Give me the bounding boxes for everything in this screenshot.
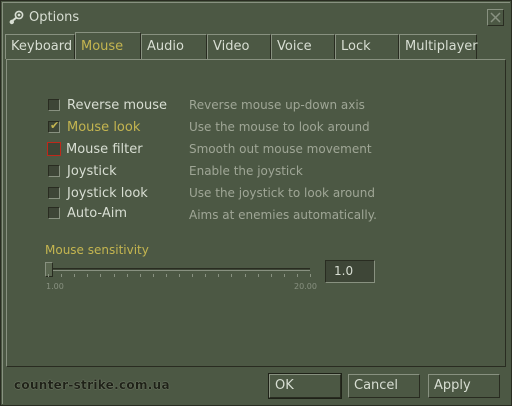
window-title: Options [29, 10, 80, 25]
option-joystick[interactable]: Joystick [48, 162, 117, 180]
option-description: Use the mouse to look around [189, 120, 370, 134]
tab-voice[interactable]: Voice [271, 34, 335, 59]
slider-tick [140, 274, 141, 277]
ok-button[interactable]: OK [268, 373, 342, 399]
slider-max-label: 20.00 [294, 282, 317, 291]
tab-audio[interactable]: Audio [141, 34, 207, 59]
slider-tick [297, 274, 298, 277]
slider-tick [284, 274, 285, 277]
slider-tick [231, 274, 232, 277]
slider-tick [245, 274, 246, 277]
tab-multiplayer[interactable]: Multiplayer [399, 34, 478, 59]
joystick-checkbox[interactable] [48, 165, 60, 177]
option-description: Use the joystick to look around [189, 186, 376, 200]
slider-tick [114, 274, 115, 277]
tab-lock[interactable]: Lock [335, 34, 399, 59]
option-label: Joystick look [67, 185, 148, 201]
option-joystick-look[interactable]: Joystick look [48, 184, 148, 202]
slider-tick [205, 274, 206, 277]
title-bar[interactable]: Options [1, 1, 512, 33]
slider-tick [74, 274, 75, 277]
slider-tick [271, 274, 272, 277]
option-mouse-look[interactable]: ✔ Mouse look [48, 118, 140, 136]
close-button[interactable] [487, 9, 504, 26]
auto-aim-checkbox[interactable] [48, 207, 60, 219]
option-description: Aims at enemies automatically. [189, 208, 377, 222]
slider-min-label: 1.00 [46, 282, 64, 291]
option-label: Reverse mouse [67, 97, 168, 113]
slider-tick [258, 274, 259, 277]
sensitivity-slider-thumb[interactable] [45, 262, 53, 277]
checkmark-icon: ✔ [50, 119, 60, 132]
slider-tick [100, 274, 101, 277]
apply-button[interactable]: Apply [428, 374, 500, 398]
slider-tick [127, 274, 128, 277]
slider-tick [179, 274, 180, 277]
close-icon [490, 12, 501, 23]
slider-tick [153, 274, 154, 277]
option-mouse-filter[interactable]: Mouse filter [47, 140, 143, 158]
options-window: Options Keyboard Mouse Audio Video Voice… [0, 0, 512, 406]
tab-keyboard[interactable]: Keyboard [5, 34, 75, 59]
watermark-text: counter-strike.com.ua [14, 378, 170, 392]
slider-tick [87, 274, 88, 277]
slider-tick [61, 274, 62, 277]
mouse-look-checkbox[interactable]: ✔ [48, 119, 60, 133]
option-label: Auto-Aim [67, 205, 127, 221]
mouse-sensitivity-label: Mouse sensitivity [45, 243, 149, 257]
option-label: Mouse look [67, 119, 141, 135]
tab-mouse[interactable]: Mouse [75, 32, 141, 59]
option-description: Reverse mouse up-down axis [189, 98, 365, 112]
slider-tick [218, 274, 219, 277]
option-description: Smooth out mouse movement [189, 142, 372, 156]
mouse-filter-checkbox[interactable] [47, 142, 61, 156]
cancel-button[interactable]: Cancel [348, 374, 420, 398]
slider-tick [48, 274, 49, 277]
reverse-mouse-checkbox[interactable] [48, 99, 60, 111]
option-label: Mouse filter [66, 141, 143, 157]
option-auto-aim[interactable]: Auto-Aim [48, 204, 127, 222]
steam-logo-icon [8, 10, 24, 26]
option-description: Enable the joystick [189, 164, 303, 178]
slider-tick [310, 274, 311, 277]
option-reverse-mouse[interactable]: Reverse mouse [48, 96, 167, 114]
tab-video[interactable]: Video [207, 34, 271, 59]
slider-tick [192, 274, 193, 277]
sensitivity-value-input[interactable]: 1.0 [325, 260, 375, 283]
slider-tick [166, 274, 167, 277]
option-label: Joystick [67, 163, 117, 179]
sensitivity-slider-track[interactable] [48, 268, 310, 271]
joystick-look-checkbox[interactable] [48, 187, 60, 199]
